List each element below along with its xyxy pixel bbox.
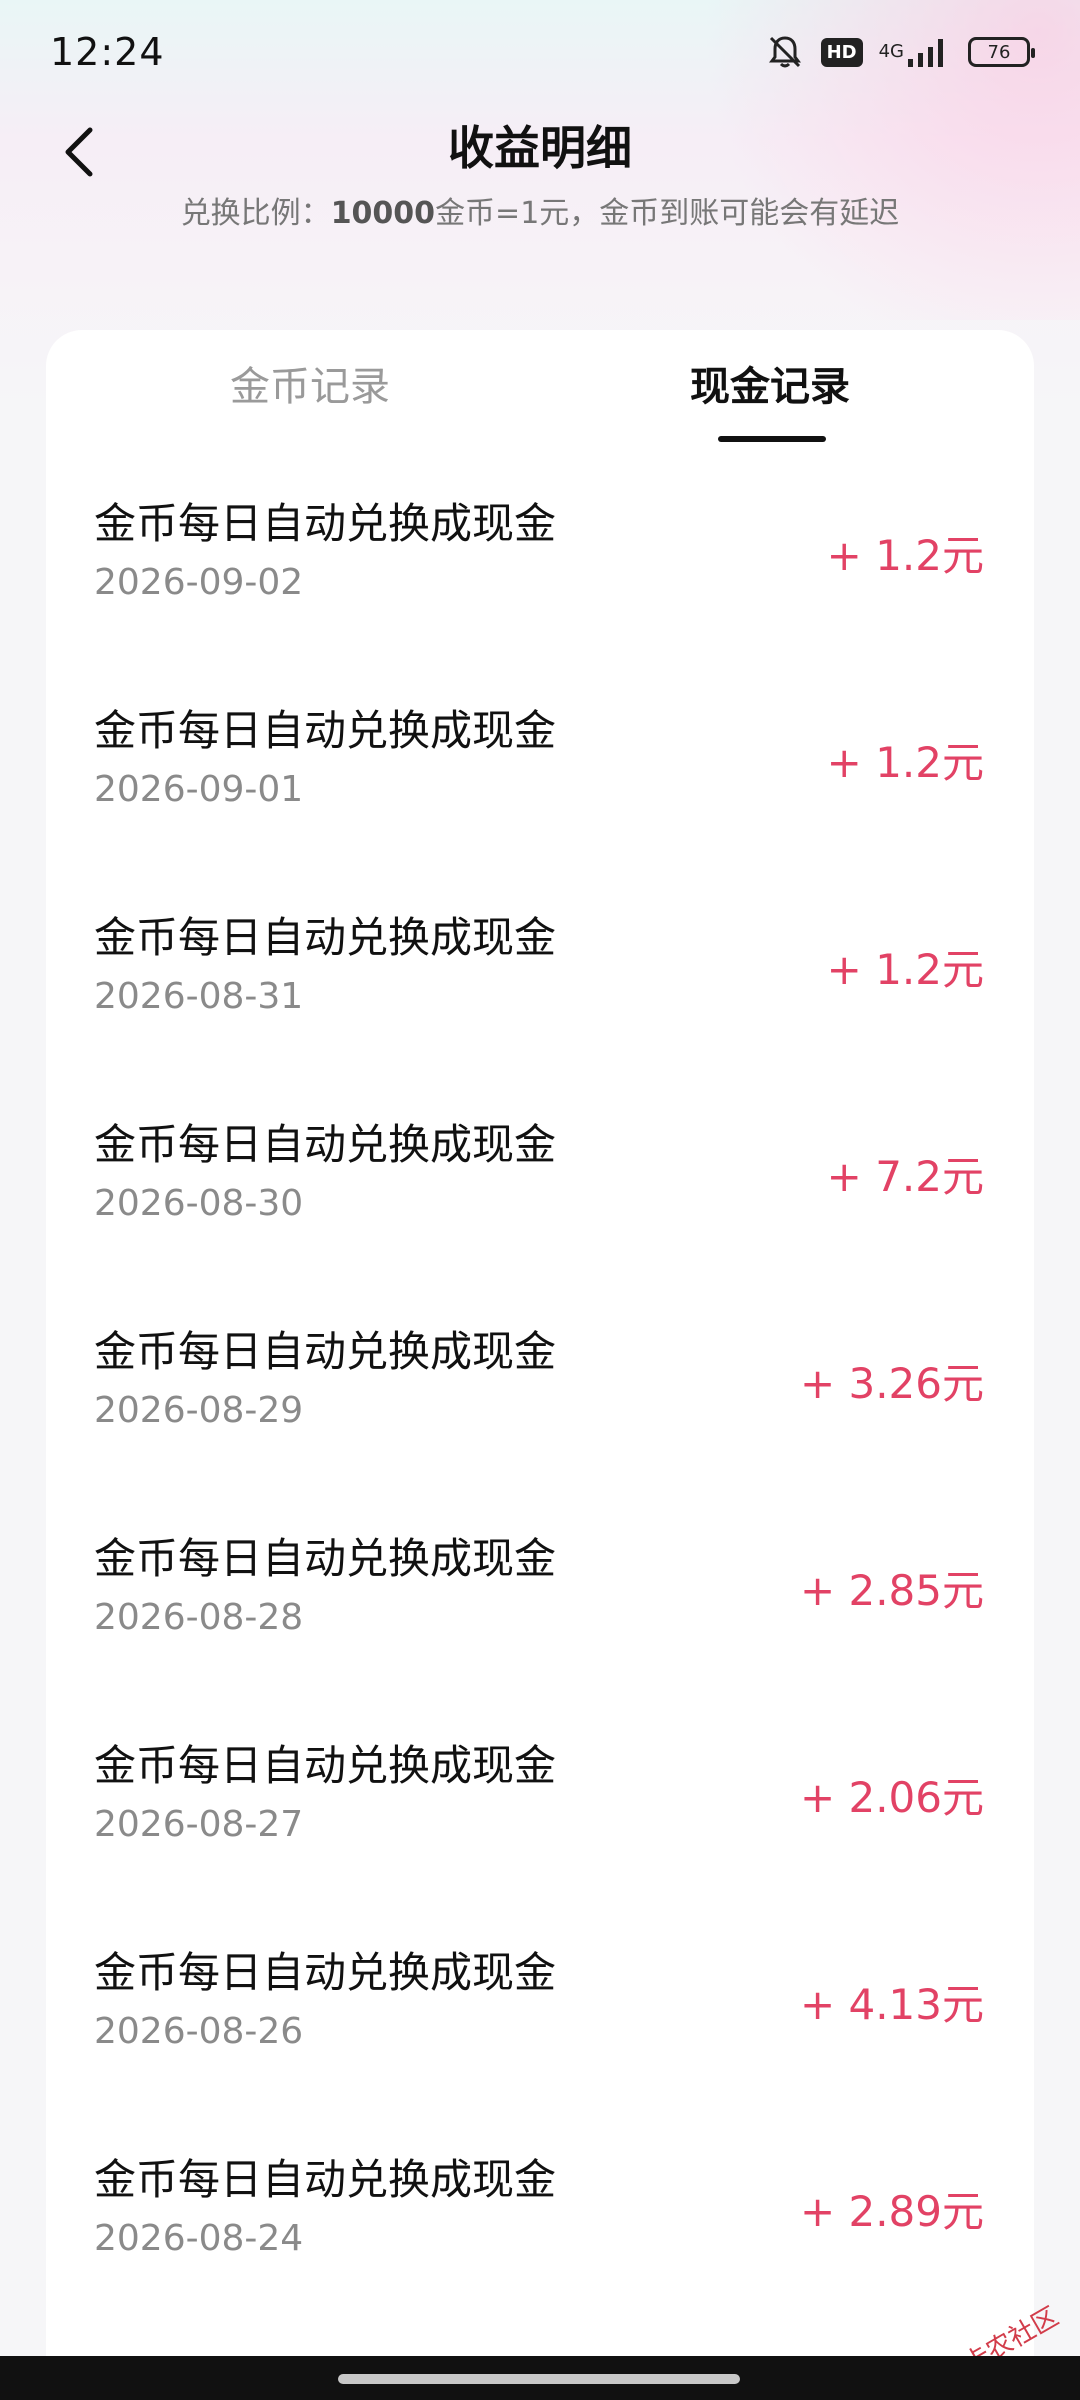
record-amount: + 1.2元 bbox=[826, 945, 984, 994]
record-date: 2026-08-31 bbox=[94, 976, 304, 1017]
list-item: 金币每日自动兑换成现金 2026-08-28 + 2.85元 bbox=[46, 1503, 1034, 1710]
status-icons: HD 4G 76 bbox=[765, 32, 1035, 72]
record-date: 2026-08-30 bbox=[94, 1183, 304, 1224]
home-indicator[interactable] bbox=[338, 2374, 740, 2384]
records-card: 金币记录 现金记录 金币每日自动兑换成现金 2026-09-02 + 1.2元 … bbox=[46, 330, 1034, 2400]
record-title: 金币每日自动兑换成现金 bbox=[94, 913, 557, 962]
record-date: 2026-08-29 bbox=[94, 1390, 304, 1431]
status-time: 12:24 bbox=[50, 30, 165, 74]
page-title: 收益明细 bbox=[448, 121, 632, 175]
tab-coin-records[interactable]: 金币记录 bbox=[230, 354, 390, 412]
network-type: 4G bbox=[878, 41, 904, 62]
record-date: 2026-08-28 bbox=[94, 1597, 304, 1638]
record-title: 金币每日自动兑换成现金 bbox=[94, 706, 557, 755]
record-date: 2026-09-01 bbox=[94, 769, 304, 810]
records-list: 金币每日自动兑换成现金 2026-09-02 + 1.2元 金币每日自动兑换成现… bbox=[46, 468, 1034, 2331]
record-date: 2026-08-26 bbox=[94, 2011, 304, 2052]
status-bar: 12:24 HD 4G 76 bbox=[0, 0, 1080, 104]
record-amount: + 2.06元 bbox=[799, 1773, 984, 1822]
battery-level: 76 bbox=[987, 41, 1011, 63]
record-title: 金币每日自动兑换成现金 bbox=[94, 1534, 557, 1583]
record-amount: + 1.2元 bbox=[826, 738, 984, 787]
record-title: 金币每日自动兑换成现金 bbox=[94, 1948, 557, 1997]
list-item: 金币每日自动兑换成现金 2026-09-02 + 1.2元 bbox=[46, 468, 1034, 675]
record-title: 金币每日自动兑换成现金 bbox=[94, 2155, 557, 2204]
list-item: 金币每日自动兑换成现金 2026-08-27 + 2.06元 bbox=[46, 1710, 1034, 1917]
record-date: 2026-08-24 bbox=[94, 2218, 304, 2259]
tab-cash-records[interactable]: 现金记录 bbox=[690, 354, 850, 412]
record-title: 金币每日自动兑换成现金 bbox=[94, 1120, 557, 1169]
exchange-rate-suffix: 金币=1元，金币到账可能会有延迟 bbox=[435, 196, 900, 231]
record-amount: + 1.2元 bbox=[826, 531, 984, 580]
record-amount: + 3.26元 bbox=[799, 1359, 984, 1408]
record-amount: + 2.85元 bbox=[799, 1566, 984, 1615]
mute-bell-icon bbox=[765, 32, 805, 72]
list-item: 金币每日自动兑换成现金 2026-08-29 + 3.26元 bbox=[46, 1296, 1034, 1503]
exchange-rate-prefix: 兑换比例： bbox=[180, 196, 331, 231]
record-title: 金币每日自动兑换成现金 bbox=[94, 1741, 557, 1790]
list-item: 金币每日自动兑换成现金 2026-09-01 + 1.2元 bbox=[46, 675, 1034, 882]
record-title: 金币每日自动兑换成现金 bbox=[94, 1327, 557, 1376]
record-title: 金币每日自动兑换成现金 bbox=[94, 499, 557, 548]
signal-icon: 4G bbox=[879, 35, 952, 69]
record-date: 2026-09-02 bbox=[94, 562, 304, 603]
record-date: 2026-08-27 bbox=[94, 1804, 304, 1845]
record-amount: + 2.89元 bbox=[799, 2187, 984, 2236]
list-item: 金币每日自动兑换成现金 2026-08-31 + 1.2元 bbox=[46, 882, 1034, 1089]
active-tab-indicator bbox=[718, 436, 826, 442]
exchange-rate-note: 兑换比例：10000金币=1元，金币到账可能会有延迟 bbox=[0, 188, 1080, 232]
battery-icon: 76 bbox=[968, 37, 1035, 67]
exchange-rate-value: 10000 bbox=[330, 196, 436, 231]
list-item: 金币每日自动兑换成现金 2026-08-30 + 7.2元 bbox=[46, 1089, 1034, 1296]
record-amount: + 4.13元 bbox=[799, 1980, 984, 2029]
hd-badge: HD bbox=[820, 37, 863, 67]
tab-bar: 金币记录 现金记录 bbox=[46, 330, 1034, 450]
record-amount: + 7.2元 bbox=[826, 1152, 984, 1201]
list-item: 金币每日自动兑换成现金 2026-08-26 + 4.13元 bbox=[46, 1917, 1034, 2124]
list-item: 金币每日自动兑换成现金 2026-08-24 + 2.89元 bbox=[46, 2124, 1034, 2331]
